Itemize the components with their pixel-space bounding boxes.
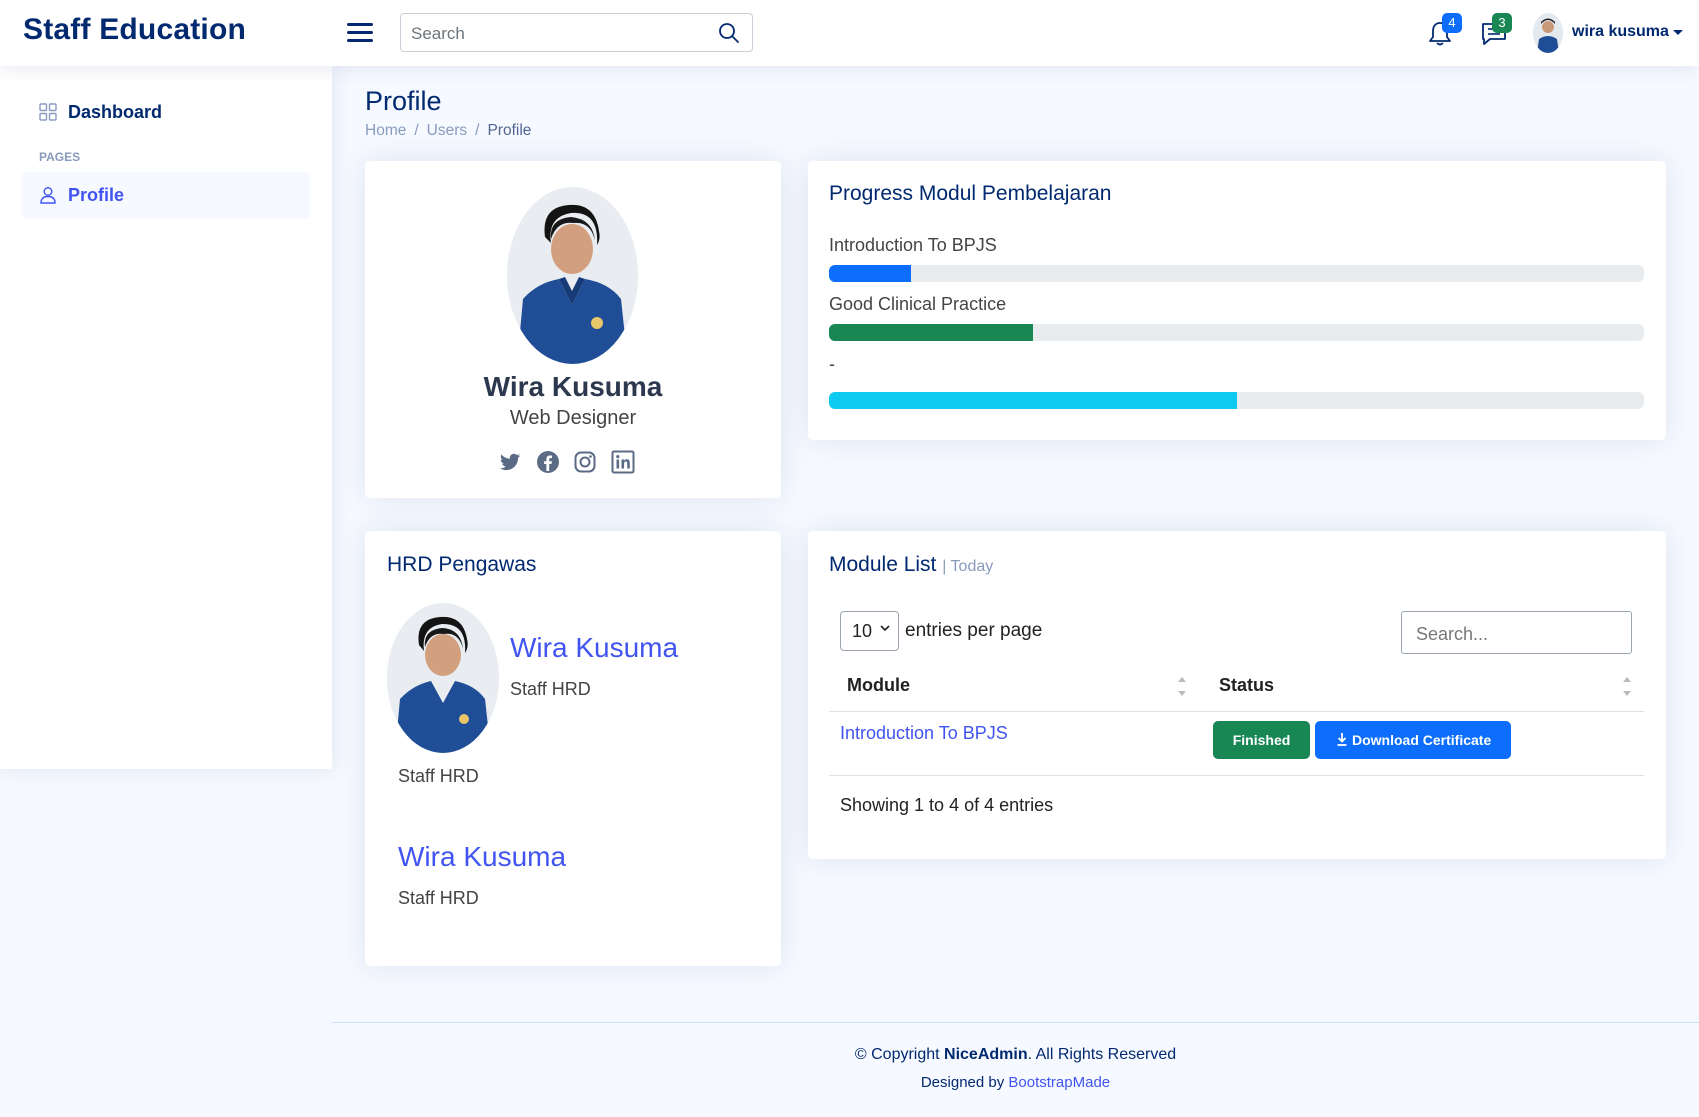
progress-label: Introduction To BPJS bbox=[829, 235, 997, 255]
page-title: Profile bbox=[365, 86, 442, 116]
person-icon bbox=[40, 187, 56, 204]
sidebar: Dashboard PAGES Profile bbox=[0, 66, 332, 769]
progress-label: Good Clinical Practice bbox=[829, 294, 1007, 314]
search-bar bbox=[400, 13, 753, 52]
progress-bar bbox=[829, 324, 1644, 341]
profile-card: Wira Kusuma Web Designer bbox=[365, 161, 781, 498]
card-subtitle: | Today bbox=[942, 558, 994, 575]
search-input[interactable] bbox=[409, 20, 713, 47]
table-search bbox=[1401, 611, 1632, 654]
supervisor-photo bbox=[387, 603, 499, 753]
breadcrumb-users[interactable]: Users bbox=[427, 122, 467, 139]
profile-photo bbox=[507, 187, 638, 364]
module-list-card: Module List | Today 10 entries per page … bbox=[808, 531, 1666, 859]
column-header-module[interactable]: Module bbox=[847, 675, 910, 696]
card-title: HRD Pengawas bbox=[387, 553, 537, 576]
download-certificate-button[interactable]: Download Certificate bbox=[1315, 721, 1511, 759]
copyright-prefix: © Copyright bbox=[854, 1046, 945, 1063]
sidebar-toggle-button[interactable] bbox=[347, 21, 373, 43]
username: wira kusuma bbox=[1572, 23, 1669, 40]
table-search-input[interactable] bbox=[1414, 621, 1618, 647]
linkedin-icon[interactable] bbox=[611, 450, 635, 474]
sidebar-item-label: Dashboard bbox=[68, 102, 163, 122]
header: Staff Education 4 3 wira kusuma bbox=[0, 0, 1699, 66]
download-label: Download Certificate bbox=[1352, 732, 1492, 748]
supervisor-role: Staff HRD bbox=[398, 766, 479, 786]
copyright-brand: NiceAdmin bbox=[944, 1046, 1028, 1063]
progress-bar bbox=[829, 392, 1644, 409]
notifications-badge: 4 bbox=[1442, 13, 1462, 33]
download-icon bbox=[1337, 733, 1347, 746]
footer-divider bbox=[332, 1022, 1699, 1023]
messages-badge: 3 bbox=[1492, 13, 1512, 33]
progress-bar bbox=[829, 265, 1644, 282]
entries-per-page-select[interactable]: 10 bbox=[840, 611, 899, 651]
card-title: Module List | Today bbox=[829, 553, 993, 577]
search-icon[interactable] bbox=[718, 22, 740, 44]
sidebar-item-profile[interactable]: Profile bbox=[22, 172, 310, 219]
progress-card: Progress Modul Pembelajaran Introduction… bbox=[808, 161, 1666, 440]
module-link[interactable]: Introduction To BPJS bbox=[840, 723, 1008, 744]
supervisor-name[interactable]: Wira Kusuma bbox=[510, 632, 678, 664]
avatar bbox=[1533, 13, 1563, 53]
card-title: Progress Modul Pembelajaran bbox=[829, 182, 1112, 205]
table-divider bbox=[829, 711, 1644, 712]
instagram-icon[interactable] bbox=[573, 450, 597, 474]
bootstrapmade-link[interactable]: BootstrapMade bbox=[1008, 1074, 1110, 1091]
profile-name: Wira Kusuma bbox=[483, 371, 663, 402]
progress-fill bbox=[829, 392, 1237, 409]
status-badge[interactable]: Finished bbox=[1213, 721, 1310, 759]
sidebar-item-label: Profile bbox=[68, 185, 125, 205]
sort-icon[interactable] bbox=[1623, 675, 1631, 699]
table-info: Showing 1 to 4 of 4 entries bbox=[840, 795, 1054, 815]
supervisor-role: Staff HRD bbox=[510, 679, 591, 699]
copyright-suffix: . All Rights Reserved bbox=[1027, 1046, 1177, 1063]
supervisor-role: Staff HRD bbox=[398, 888, 479, 908]
progress-fill bbox=[829, 324, 1033, 341]
sort-icon[interactable] bbox=[1178, 675, 1186, 699]
sidebar-item-dashboard[interactable]: Dashboard bbox=[22, 89, 310, 136]
footer-credits: Designed by BootstrapMade bbox=[332, 1074, 1699, 1091]
notifications-button[interactable]: 4 bbox=[1428, 13, 1462, 50]
profile-role: Web Designer bbox=[509, 407, 637, 429]
footer-copyright: © Copyright NiceAdmin. All Rights Reserv… bbox=[332, 1046, 1699, 1064]
sidebar-heading: PAGES bbox=[39, 150, 81, 164]
column-header-status[interactable]: Status bbox=[1219, 675, 1274, 696]
table-divider bbox=[829, 775, 1644, 776]
caret-down-icon bbox=[1673, 30, 1683, 35]
chevron-down-icon bbox=[880, 625, 890, 632]
progress-label: - bbox=[829, 354, 835, 374]
messages-button[interactable]: 3 bbox=[1480, 13, 1512, 50]
credits-prefix: Designed by bbox=[920, 1074, 1009, 1091]
breadcrumb-home[interactable]: Home bbox=[365, 122, 406, 139]
facebook-icon[interactable] bbox=[536, 450, 560, 474]
progress-fill bbox=[829, 265, 911, 282]
card-title-text: Module List bbox=[829, 553, 937, 576]
grid-icon bbox=[39, 103, 57, 121]
breadcrumb-current: Profile bbox=[487, 122, 532, 139]
hrd-card: HRD Pengawas Wira Kusuma Staff HRD Staff… bbox=[365, 531, 781, 966]
entries-label: entries per page bbox=[905, 620, 1043, 641]
twitter-icon[interactable] bbox=[498, 450, 522, 474]
breadcrumb: Home / Users / Profile bbox=[365, 122, 532, 139]
entries-value: 10 bbox=[852, 621, 873, 641]
supervisor-name[interactable]: Wira Kusuma bbox=[398, 841, 566, 873]
brand-logo[interactable]: Staff Education bbox=[23, 13, 246, 47]
